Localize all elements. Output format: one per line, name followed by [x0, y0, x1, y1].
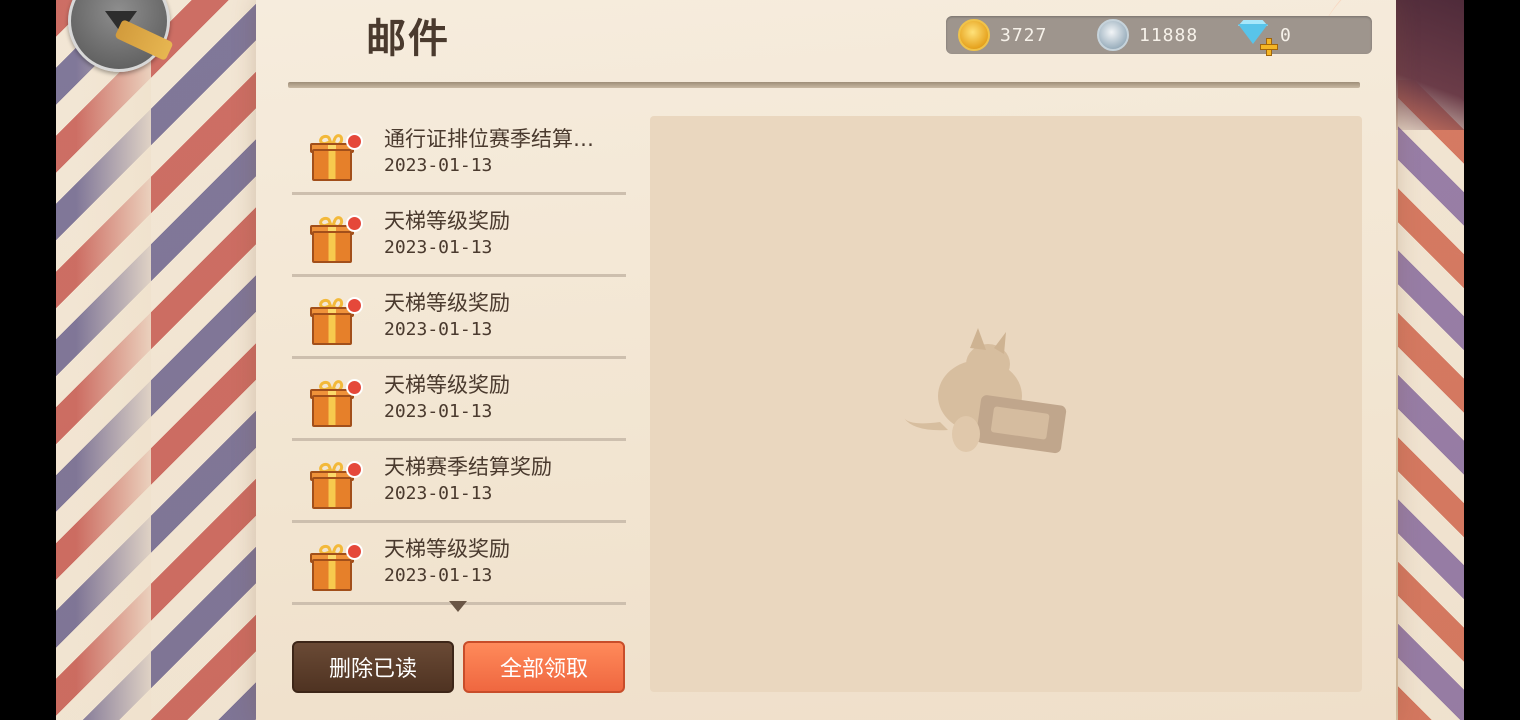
- mail-date: 2023-01-13: [384, 155, 493, 176]
- gift-box: [312, 477, 352, 509]
- gift-box: [312, 395, 352, 427]
- mail-title: 天梯赛季结算奖励: [384, 455, 552, 479]
- claim-all-button[interactable]: 全部领取: [463, 641, 625, 693]
- illustration-ear: [970, 328, 986, 350]
- currency-bar: 3727 11888 0: [946, 16, 1372, 56]
- gift-box: [312, 231, 352, 263]
- unread-dot-icon: [346, 133, 363, 150]
- mail-title: 天梯等级奖励: [384, 373, 510, 397]
- page-title: 邮件: [366, 16, 450, 62]
- delete-read-button[interactable]: 删除已读: [292, 641, 454, 693]
- plus-icon: [1260, 38, 1278, 56]
- unread-dot-icon: [346, 543, 363, 560]
- diamond-plus-icon[interactable]: [1236, 20, 1278, 56]
- gold-coin-icon: [958, 19, 990, 51]
- mail-date: 2023-01-13: [384, 401, 493, 422]
- mail-title: 天梯等级奖励: [384, 209, 510, 233]
- mail-title: 天梯等级奖励: [384, 291, 510, 315]
- silver-currency: 11888: [1097, 19, 1198, 51]
- unread-dot-icon: [346, 297, 363, 314]
- mail-screen: 邮件 3727 11888 0 通行证排位赛季结算… 2023-01-13 天梯…: [56, 0, 1464, 720]
- mail-item[interactable]: 天梯等级奖励 2023-01-13: [292, 359, 626, 441]
- silver-coin-icon: [1097, 19, 1129, 51]
- unread-dot-icon: [346, 461, 363, 478]
- mail-date: 2023-01-13: [384, 483, 493, 504]
- illustration-tail: [904, 418, 948, 431]
- diamond-amount: 0: [1280, 24, 1292, 46]
- gift-box: [312, 313, 352, 345]
- mail-item[interactable]: 天梯等级奖励 2023-01-13: [292, 277, 626, 359]
- empty-mail-illustration-icon: [904, 328, 1067, 454]
- envelope-shade: [76, 0, 151, 720]
- chevron-down-icon[interactable]: [449, 601, 467, 612]
- mail-item[interactable]: 天梯等级奖励 2023-01-13: [292, 195, 626, 277]
- header-divider: [288, 82, 1360, 88]
- mail-item[interactable]: 天梯赛季结算奖励 2023-01-13: [292, 441, 626, 523]
- gift-box: [312, 559, 352, 591]
- silver-amount: 11888: [1139, 24, 1199, 46]
- mail-date: 2023-01-13: [384, 237, 493, 258]
- diamond-currency[interactable]: 0: [1236, 19, 1292, 56]
- gold-amount: 3727: [1000, 24, 1048, 46]
- mail-list[interactable]: 通行证排位赛季结算… 2023-01-13 天梯等级奖励 2023-01-13: [292, 113, 626, 605]
- illustration-leg: [952, 416, 980, 452]
- mail-date: 2023-01-13: [384, 319, 493, 340]
- mail-title: 通行证排位赛季结算…: [384, 127, 594, 151]
- mail-title: 天梯等级奖励: [384, 537, 510, 561]
- gold-currency: 3727: [958, 19, 1047, 51]
- mail-detail-panel: [650, 116, 1362, 692]
- gift-box: [312, 149, 352, 181]
- mail-item[interactable]: 通行证排位赛季结算… 2023-01-13: [292, 113, 626, 195]
- unread-dot-icon: [346, 215, 363, 232]
- mail-date: 2023-01-13: [384, 565, 493, 586]
- mail-item[interactable]: 天梯等级奖励 2023-01-13: [292, 523, 626, 605]
- screen: 邮件 3727 11888 0 通行证排位赛季结算… 2023-01-13 天梯…: [0, 0, 1520, 720]
- unread-dot-icon: [346, 379, 363, 396]
